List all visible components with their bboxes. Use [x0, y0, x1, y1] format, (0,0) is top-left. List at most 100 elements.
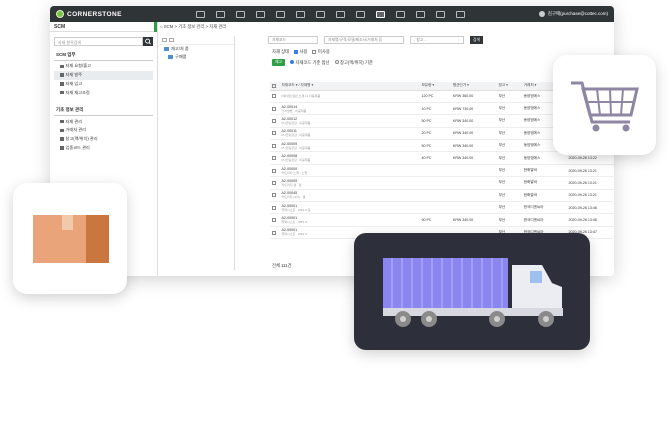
nav-hr-icon[interactable] [396, 10, 405, 18]
cell-spacer [389, 151, 420, 165]
row-checkbox[interactable] [270, 114, 280, 128]
keyword-filter-input[interactable]: 자재명/규격/모델/제조사/거래처 등 [324, 36, 404, 44]
checkbox[interactable] [312, 49, 317, 54]
material-code[interactable]: A2-00014 [282, 105, 298, 109]
menu-item-order[interactable]: 자재 발주 [54, 70, 153, 80]
checkbox[interactable] [272, 218, 276, 223]
cell-price: KRW 340.00 [450, 114, 497, 128]
cell-warehouse: 부산 [496, 139, 522, 153]
checkbox[interactable] [294, 49, 299, 54]
table-row[interactable]: A2-00045 카트리지 (4리) · 캡 부산 한화알바 2020-09-26 13… [270, 189, 614, 203]
nav-admin-icon[interactable] [436, 10, 445, 18]
row-checkbox[interactable] [270, 201, 280, 215]
material-code[interactable]: A2-00000 [282, 167, 298, 171]
user-avatar-icon [538, 11, 545, 17]
cell-spacer [389, 164, 420, 178]
row-checkbox[interactable] [270, 102, 280, 116]
tree-root[interactable]: 재고/처 품 [160, 45, 234, 53]
column-header[interactable]: 창고 ▾ [496, 82, 522, 91]
cell-qty [419, 164, 451, 178]
material-name: 카트리지 노즐 · 노즐 [281, 170, 308, 175]
row-checkbox[interactable] [270, 189, 280, 203]
menu-item-warehouse[interactable]: 창고(랙/위치) 관리 [54, 135, 153, 144]
cell-date: 2020-09-26 13:21 [566, 164, 614, 178]
checkbox[interactable] [272, 193, 276, 198]
row-checkbox[interactable] [270, 176, 280, 190]
row-checkbox[interactable] [270, 164, 280, 178]
nav-settings-icon[interactable] [416, 10, 425, 18]
breadcrumb: ⌂ SCM > 기초 정보 관리 > 자재 관리 [160, 24, 227, 29]
menu-item-vendor[interactable]: 거래처 관리 [54, 126, 153, 135]
menu-item-industry[interactable]: 업종코드 관리 [54, 143, 153, 152]
code-filter-input[interactable]: 자재코드 [268, 36, 318, 44]
nav-production-icon[interactable] [276, 10, 285, 18]
menu-item-icon [60, 137, 64, 141]
nav-document-icon[interactable] [356, 10, 365, 18]
row-checkbox[interactable] [270, 151, 280, 165]
radio-button[interactable] [334, 60, 339, 65]
table-row[interactable]: A2-00001 플렉시스트 · WP1.5 등 부산 한국디엔씨아 2020-09-2… [270, 201, 614, 215]
nav-sales-icon[interactable] [236, 10, 245, 18]
search-icon [145, 38, 151, 45]
checkbox[interactable] [272, 119, 276, 123]
status-option-inactive[interactable]: 미사용 [312, 49, 330, 55]
radio-location[interactable]: 창고(랙/위치) 기준 [334, 60, 373, 66]
nav-scm-icon[interactable] [376, 10, 385, 18]
checkbox[interactable] [272, 168, 276, 173]
table-row[interactable]: A2-00000 카트리지 노즐 · 노즐 부산 한화알바 2020-09-26 13:… [270, 164, 614, 178]
checkbox[interactable] [272, 106, 276, 111]
filter-bar: 자재코드 자재명/규격/모델/제조사/거래처 등 - 창고 - 검색 [238, 34, 608, 46]
nav-report-icon[interactable] [336, 10, 345, 18]
column-header[interactable]: 보유량 ▾ [419, 82, 451, 91]
nav-quality-icon[interactable] [296, 10, 305, 18]
truck-card [354, 233, 590, 350]
warehouse-select[interactable]: - 창고 - [410, 36, 464, 44]
checkbox[interactable] [272, 180, 276, 185]
nav-project-icon[interactable] [216, 10, 225, 18]
menu-item-request[interactable]: 자재 요청/출고 [54, 62, 153, 71]
expand-icon[interactable] [162, 38, 167, 42]
row-checkbox[interactable] [270, 213, 280, 227]
collapse-icon[interactable] [169, 38, 174, 42]
sidebar-search-input[interactable]: 자재 항목검색 [54, 37, 143, 46]
row-checkbox[interactable] [270, 139, 280, 153]
total-count: 전체 111건 [272, 263, 292, 268]
menu-item-receiving[interactable]: 자재 입고 [54, 80, 153, 89]
menu-group-header[interactable]: SCM 업무 [54, 50, 153, 61]
table-row[interactable]: A2-00005 카트리지 캡 · 캡 부산 한화알바 2020-09-26 13:21 [270, 176, 614, 190]
logo[interactable]: CORNERSTONE [56, 10, 156, 18]
nav-purchase-icon[interactable] [256, 10, 265, 18]
column-header[interactable]: 자재코드 ▾ / 자재명 ▾ [279, 82, 390, 91]
cell-warehouse: 부산 [496, 151, 522, 165]
sidebar-search-button[interactable] [143, 37, 153, 46]
status-option-active[interactable]: 사용 [294, 49, 307, 55]
row-checkbox[interactable] [270, 127, 280, 141]
menu-group-scm: SCM 업무 자재 요청/출고 자재 발주 자재 입고 자재 재고조정 [54, 50, 153, 97]
nav-dashboard-icon[interactable] [196, 10, 205, 18]
radio-sum[interactable]: 자재코드 기준 합산 [290, 60, 330, 66]
checkbox[interactable] [272, 156, 276, 161]
cell-spacer [389, 189, 420, 203]
checkbox[interactable] [272, 131, 276, 136]
menu-group-header[interactable]: 기초 정보 관리 [54, 105, 153, 117]
checkbox[interactable] [272, 230, 276, 235]
table-row[interactable]: A2-00001 플렉시스트 · WP1.5 90 PC KRW 340.00 부산 한국… [270, 213, 614, 227]
select-all-header[interactable] [270, 82, 280, 91]
column-header[interactable]: 평균단가 ▾ [450, 82, 497, 91]
checkbox[interactable] [272, 205, 276, 210]
tree-child[interactable]: 구매품 [160, 53, 234, 61]
row-checkbox[interactable] [270, 90, 280, 103]
menu-item-adjust[interactable]: 자재 재고조정 [54, 88, 153, 97]
radio-button[interactable] [290, 60, 294, 65]
search-button[interactable]: 검색 [470, 36, 483, 44]
row-checkbox[interactable] [270, 226, 280, 240]
cell-price: KRW 340.00 [450, 151, 497, 165]
checkbox[interactable] [272, 83, 276, 88]
menu-item-material[interactable]: 자재 관리 [54, 117, 153, 126]
nav-users-icon[interactable] [456, 10, 465, 18]
nav-equipment-icon[interactable] [316, 10, 325, 18]
cell-warehouse: 부산 [496, 189, 522, 203]
checkbox[interactable] [272, 94, 276, 99]
user-menu[interactable]: 김구매(purchase@cottec.com) [538, 11, 608, 17]
checkbox[interactable] [272, 143, 276, 148]
